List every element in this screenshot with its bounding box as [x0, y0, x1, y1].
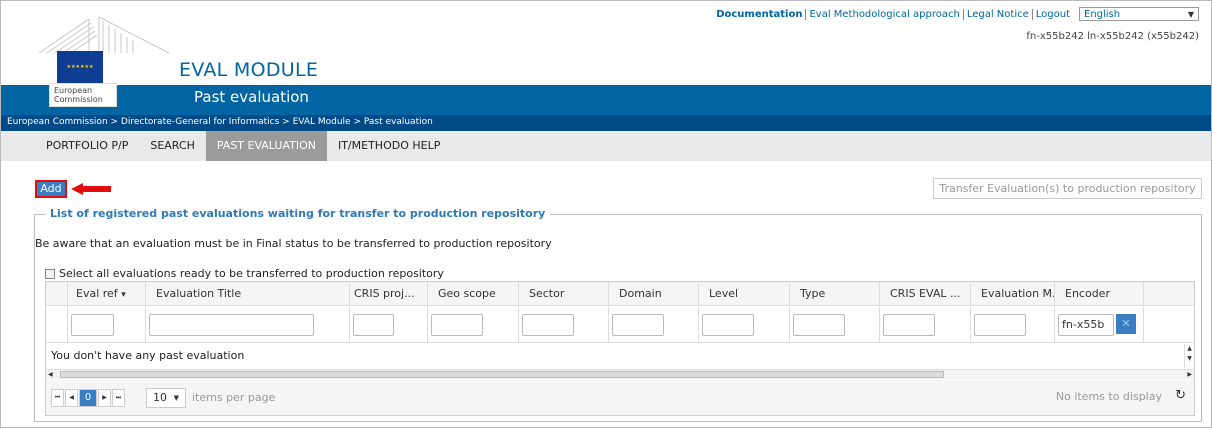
column-label: Eval ref: [76, 287, 118, 300]
tab-past-evaluation[interactable]: PAST EVALUATION: [205, 131, 327, 161]
user-info: fn-x55b242 ln-x55b242 (x55b242): [1026, 31, 1199, 42]
filter-type-input[interactable]: [793, 314, 845, 336]
column-type[interactable]: Type: [790, 282, 880, 305]
evaluations-grid: Eval ref ▾ Evaluation Title CRIS proj...…: [45, 281, 1195, 416]
filter-eval-ref-input[interactable]: [71, 314, 114, 336]
add-button[interactable]: Add: [35, 180, 67, 198]
close-icon[interactable]: ✕: [1116, 314, 1136, 334]
page-size-select[interactable]: 10 ▼: [146, 387, 186, 408]
column-encoder[interactable]: Encoder: [1055, 282, 1144, 305]
sort-desc-icon: ▾: [121, 290, 126, 300]
column-level[interactable]: Level: [699, 282, 790, 305]
filter-sector-input[interactable]: [522, 314, 574, 336]
filter-evaluation-m-input[interactable]: [974, 314, 1026, 336]
column-sector[interactable]: Sector: [519, 282, 609, 305]
filter-cris-eval-input[interactable]: [883, 314, 935, 336]
filter-cell: [699, 307, 790, 342]
refresh-icon[interactable]: ↻: [1175, 388, 1186, 403]
filter-cell: [68, 307, 146, 342]
select-all-checkbox[interactable]: [45, 268, 55, 279]
panel-legend: List of registered past evaluations wait…: [45, 207, 551, 220]
column-geo-scope[interactable]: Geo scope: [428, 282, 519, 305]
filter-domain-input[interactable]: [612, 314, 664, 336]
page-header: ★★★★★★ European Commission EVAL MODULE D…: [1, 1, 1211, 107]
filter-title-input[interactable]: [149, 314, 314, 336]
eu-stars-icon: ★★★★★★: [66, 64, 94, 70]
page-size-value: 10: [153, 391, 167, 404]
page-subtitle: Past evaluation: [194, 88, 309, 106]
documentation-link[interactable]: Documentation: [713, 8, 807, 20]
tab-search[interactable]: SEARCH: [139, 131, 206, 161]
arrow-left-icon: [71, 183, 111, 195]
filter-cell: fn-x55b ✕: [1055, 307, 1144, 342]
first-page-icon[interactable]: ⏮: [51, 388, 64, 407]
main-nav: PORTFOLIO P/P SEARCH PAST EVALUATION IT/…: [1, 131, 1211, 161]
no-items-label: No items to display: [1055, 390, 1162, 403]
filter-geo-scope-input[interactable]: [431, 314, 483, 336]
grid-filter-row: fn-x55b ✕: [46, 307, 1194, 343]
filter-cell-empty: [46, 307, 68, 342]
filter-level-input[interactable]: [702, 314, 754, 336]
filter-cell: [428, 307, 519, 342]
chevron-down-icon: ▼: [1187, 9, 1194, 19]
final-status-notice: Be aware that an evaluation must be in F…: [35, 237, 552, 250]
column-eval-ref[interactable]: Eval ref ▾: [68, 282, 146, 305]
column-cris-project[interactable]: CRIS proj...: [350, 282, 428, 305]
current-page[interactable]: 0: [79, 388, 97, 407]
select-all-label: Select all evaluations ready to be trans…: [59, 267, 444, 280]
logo-text: European Commission: [49, 83, 117, 107]
empty-message: You don't have any past evaluation: [51, 349, 245, 362]
language-select[interactable]: English ▼: [1079, 7, 1199, 21]
scroll-right-icon[interactable]: ▶: [1187, 370, 1192, 380]
next-page-icon[interactable]: ▶: [98, 388, 111, 407]
tab-portfolio[interactable]: PORTFOLIO P/P: [35, 131, 139, 161]
vertical-scrollbar[interactable]: ▲ ▼: [1184, 344, 1194, 368]
column-evaluation-m[interactable]: Evaluation M...: [971, 282, 1055, 305]
grid-pager: ⏮ ◀ 0 ▶ ⏭ 10 ▼ items per page No items t…: [46, 380, 1194, 415]
filter-cell: [146, 307, 350, 342]
filter-cell: [350, 307, 428, 342]
ec-logo: ★★★★★★ European Commission: [29, 9, 179, 107]
breadcrumb[interactable]: European Commission > Directorate-Genera…: [1, 115, 1211, 131]
chevron-down-icon: ▼: [173, 393, 179, 402]
filter-cell: [519, 307, 609, 342]
horizontal-scrollbar[interactable]: ◀ ▶: [46, 369, 1194, 379]
logout-link[interactable]: Logout: [1033, 9, 1073, 20]
select-column: [46, 282, 68, 305]
filter-cris-project-input[interactable]: [353, 314, 394, 336]
building-icon: [38, 16, 170, 54]
filter-cell: [790, 307, 880, 342]
filter-cell: [971, 307, 1055, 342]
last-page-icon[interactable]: ⏭: [112, 388, 125, 407]
column-cris-eval[interactable]: CRIS EVAL ...: [880, 282, 971, 305]
language-value: English: [1084, 8, 1121, 20]
legal-notice-link[interactable]: Legal Notice: [964, 8, 1033, 20]
scroll-left-icon[interactable]: ◀: [48, 370, 53, 380]
column-evaluation-title[interactable]: Evaluation Title: [146, 282, 350, 305]
past-evaluations-panel: List of registered past evaluations wait…: [34, 207, 1202, 422]
filter-cell: [880, 307, 971, 342]
prev-page-icon[interactable]: ◀: [65, 388, 78, 407]
scrollbar-thumb[interactable]: [60, 371, 944, 378]
filter-encoder-input[interactable]: fn-x55b: [1058, 314, 1114, 336]
tab-it-methodo-help[interactable]: IT/METHODO HELP: [327, 131, 451, 161]
transfer-button[interactable]: Transfer Evaluation(s) to production rep…: [933, 178, 1202, 199]
filter-cell: [609, 307, 699, 342]
title-band: Past evaluation: [1, 85, 1211, 115]
select-all-row[interactable]: Select all evaluations ready to be trans…: [45, 267, 444, 280]
top-links: Documentation Eval Methodological approa…: [713, 7, 1199, 21]
methodology-link[interactable]: Eval Methodological approach: [806, 8, 964, 20]
grid-header: Eval ref ▾ Evaluation Title CRIS proj...…: [46, 282, 1194, 306]
app-title: EVAL MODULE: [179, 59, 319, 81]
items-per-page-label: items per page: [192, 391, 276, 404]
column-domain[interactable]: Domain: [609, 282, 699, 305]
